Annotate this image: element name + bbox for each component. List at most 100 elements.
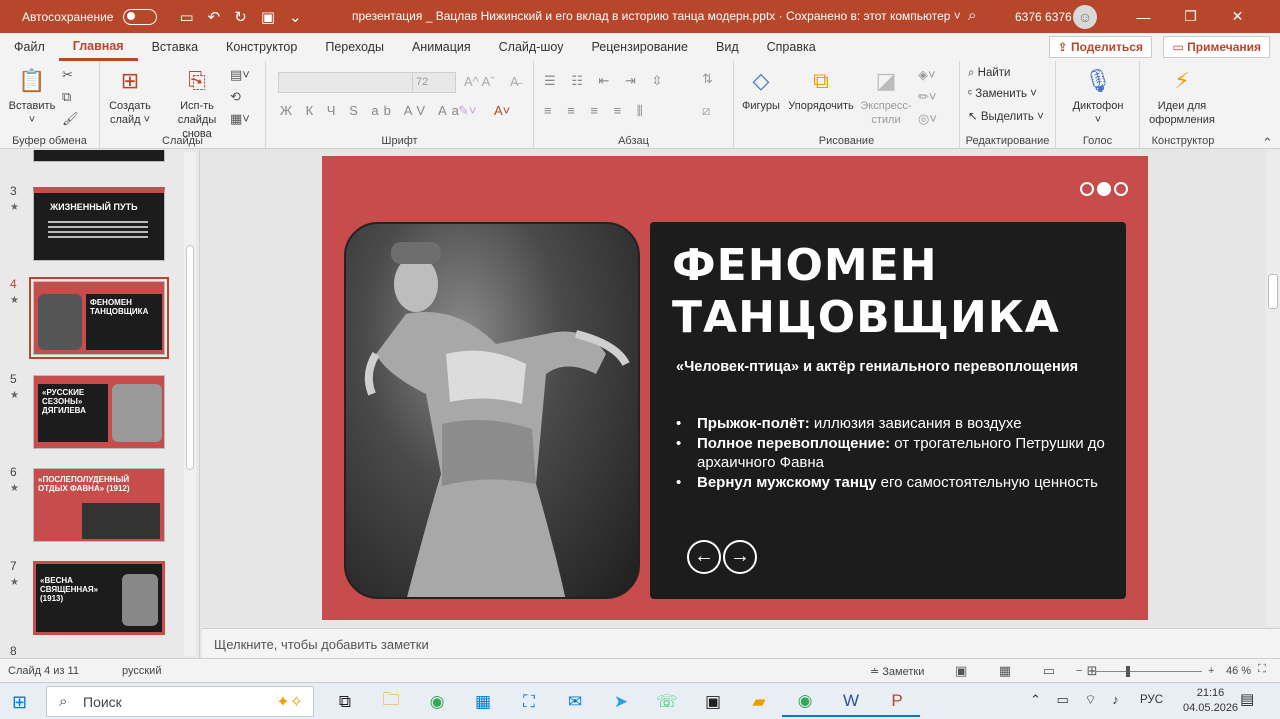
thumbnail-slide-5[interactable]: «РУССКИЕ СЕЗОНЫ» ДЯГИЛЕВА bbox=[33, 375, 165, 449]
arrange-button[interactable]: ⧉ Упорядочить bbox=[786, 67, 856, 113]
fit-slide-icon[interactable]: ⛶ bbox=[1258, 663, 1266, 676]
clock[interactable]: 21:16 04.05.2026 bbox=[1183, 686, 1238, 716]
shape-fill-icon[interactable]: ◈˅ bbox=[918, 67, 936, 83]
whatsapp-icon[interactable]: ☏ bbox=[644, 686, 690, 717]
close-button[interactable]: ✕ bbox=[1214, 0, 1261, 33]
dictate-button[interactable]: 🎙 Диктофон ˅ bbox=[1066, 67, 1130, 127]
designer-button[interactable]: ⚡ Идеи для оформления bbox=[1144, 67, 1220, 127]
zoom-slider-knob[interactable] bbox=[1126, 666, 1130, 677]
redo-icon[interactable]: ↻ bbox=[234, 8, 247, 26]
restore-button[interactable]: ❐ bbox=[1167, 0, 1214, 33]
reset-icon[interactable]: ⟲ bbox=[230, 89, 241, 105]
collapse-ribbon-icon[interactable]: ⌃ bbox=[1262, 135, 1273, 151]
align-buttons[interactable]: ≡ ≡ ≡ ≡ ⫼ bbox=[544, 103, 649, 119]
reuse-slides-button[interactable]: ⎘ Исп-ть слайды снова bbox=[164, 67, 230, 141]
save-icon[interactable]: ▭ bbox=[179, 8, 193, 26]
tab-transitions[interactable]: Переходы bbox=[311, 33, 398, 61]
find-button[interactable]: ⌕ Найти bbox=[968, 67, 1010, 80]
slide-subtitle[interactable]: «Человек-птица» и актёр гениального пере… bbox=[676, 358, 1096, 377]
new-slide-button[interactable]: ⊞ Создать слайд ˅ bbox=[106, 67, 154, 127]
tab-home[interactable]: Главная bbox=[58, 33, 138, 61]
tab-slideshow[interactable]: Слайд-шоу bbox=[485, 33, 578, 61]
avatar[interactable]: ☺ bbox=[1073, 5, 1097, 29]
notes-pane[interactable]: Щелкните, чтобы добавить заметки bbox=[202, 628, 1280, 658]
slide-title[interactable]: ФЕНОМЕН ТАНЦОВЩИКА bbox=[672, 240, 1112, 344]
telegram-icon[interactable]: ➤ bbox=[598, 686, 644, 717]
clear-format-icon[interactable]: A̶ bbox=[510, 74, 519, 89]
copy-icon[interactable]: ⧉ bbox=[62, 89, 71, 105]
quick-styles-button[interactable]: ◪ Экспресс-стили bbox=[858, 67, 914, 127]
text-direction-icon[interactable]: ⇅ bbox=[702, 71, 713, 87]
thumbnail-slide-7[interactable]: «ВЕСНА СВЯЩЕННАЯ» (1913) bbox=[33, 561, 165, 635]
tab-help[interactable]: Справка bbox=[753, 33, 830, 61]
search-icon[interactable]: ⌕ bbox=[968, 7, 976, 24]
current-slide[interactable]: ФЕНОМЕН ТАНЦОВЩИКА «Человек-птица» и акт… bbox=[322, 156, 1148, 620]
notes-toggle-button[interactable]: ≐ Заметки bbox=[870, 665, 924, 678]
customize-toolbar-icon[interactable]: ⌄ bbox=[289, 8, 302, 26]
select-button[interactable]: ↖ Выделить ˅ bbox=[968, 109, 1044, 123]
notion-icon[interactable]: ▣ bbox=[690, 686, 736, 717]
autosave-toggle[interactable] bbox=[123, 8, 158, 25]
windows-start-icon[interactable]: ⊞ bbox=[12, 692, 27, 713]
chrome-icon[interactable]: ◉ bbox=[414, 686, 460, 717]
canvas-scrollbar[interactable] bbox=[1266, 150, 1280, 626]
thumbnail-slide-3[interactable]: ЖИЗНЕННЫЙ ПУТЬ bbox=[33, 187, 165, 261]
list-buttons[interactable]: ☰ ☷ ⇤ ⇥ ⇳ bbox=[544, 73, 668, 89]
word-icon[interactable]: W bbox=[828, 686, 874, 717]
dancer-photo[interactable] bbox=[344, 222, 640, 599]
thumbnail-slide-4[interactable]: ФЕНОМЕН ТАНЦОВЩИКА bbox=[29, 277, 169, 359]
slide-bullets[interactable]: Прыжок-полёт: иллюзия зависания в воздух… bbox=[676, 414, 1116, 492]
paste-button[interactable]: 📋 Вставить ˅ bbox=[6, 67, 58, 127]
zoom-in-button[interactable]: + bbox=[1208, 665, 1214, 677]
canvas-scroll-thumb[interactable] bbox=[1268, 274, 1278, 309]
chrome-profile-icon[interactable]: ◉ bbox=[782, 686, 828, 717]
presentation-icon[interactable]: ▣ bbox=[261, 8, 275, 26]
view-buttons[interactable]: ▣ ▦ ▭ ⊞ bbox=[955, 663, 1112, 679]
zoom-level[interactable]: 46 % bbox=[1226, 665, 1251, 677]
user-name[interactable]: 6376 6376 bbox=[1015, 10, 1072, 24]
section-icon[interactable]: ▦˅ bbox=[230, 111, 250, 127]
undo-icon[interactable]: ↶ bbox=[208, 8, 221, 26]
smartart-icon[interactable]: ⧄ bbox=[702, 103, 710, 119]
increase-font-icon[interactable]: A^ Aˇ bbox=[464, 74, 495, 89]
screenshot-icon[interactable]: ⛶ bbox=[506, 686, 552, 717]
replace-button[interactable]: ᶜ Заменить ˅ bbox=[968, 88, 1037, 100]
powerpoint-icon[interactable]: P bbox=[874, 686, 920, 717]
taskbar-search[interactable]: ⌕ Поиск ✦✧ bbox=[46, 686, 314, 717]
minimize-button[interactable]: — bbox=[1120, 0, 1167, 33]
arrow-right-icon[interactable]: → bbox=[723, 540, 757, 574]
store-icon[interactable]: ▦ bbox=[460, 686, 506, 717]
file-explorer-icon[interactable]: 🗀 bbox=[368, 686, 414, 717]
shapes-button[interactable]: ◇ Фигуры bbox=[738, 67, 784, 113]
thumbnail-slide-2[interactable] bbox=[33, 150, 165, 162]
font-color-icon[interactable]: A˅ bbox=[494, 103, 510, 118]
content-card[interactable]: ФЕНОМЕН ТАНЦОВЩИКА «Человек-птица» и акт… bbox=[650, 222, 1126, 599]
cut-icon[interactable]: ✂ bbox=[62, 67, 73, 83]
comments-button[interactable]: ▭ Примечания bbox=[1163, 36, 1270, 58]
zoom-out-button[interactable]: − bbox=[1076, 665, 1082, 677]
shape-effects-icon[interactable]: ◎˅ bbox=[918, 111, 937, 127]
task-view-icon[interactable]: ⧉ bbox=[322, 686, 368, 717]
tab-insert[interactable]: Вставка bbox=[138, 33, 212, 61]
thumbnail-slide-6[interactable]: «ПОСЛЕПОЛУДЕННЫЙ ОТДЫХ ФАВНА» (1912) bbox=[33, 468, 165, 542]
font-size-input[interactable]: 72 bbox=[412, 72, 456, 93]
sublime-icon[interactable]: ▰ bbox=[736, 686, 782, 717]
system-tray-icons[interactable]: ⌃ ▭ ⌔ ♪ bbox=[1030, 692, 1125, 708]
tab-design[interactable]: Конструктор bbox=[212, 33, 311, 61]
thumbnails-scroll-thumb[interactable] bbox=[186, 245, 194, 470]
zoom-slider[interactable] bbox=[1092, 671, 1202, 672]
share-button[interactable]: ⇪ Поделиться bbox=[1048, 36, 1152, 58]
notifications-icon[interactable]: ▤ bbox=[1240, 690, 1254, 708]
highlight-icon[interactable]: ✎˅ bbox=[458, 103, 476, 119]
format-painter-icon[interactable]: 🖌 bbox=[62, 111, 79, 127]
document-title[interactable]: презентация _ Вацлав Нижинский и его вкл… bbox=[352, 9, 961, 23]
arrow-left-icon[interactable]: ← bbox=[687, 540, 721, 574]
language-status[interactable]: русский bbox=[122, 665, 161, 677]
font-format-row[interactable]: Ж К Ч S ab AV Aa bbox=[280, 103, 464, 118]
outlook-icon[interactable]: ✉ bbox=[552, 686, 598, 717]
input-language[interactable]: РУС bbox=[1140, 694, 1163, 706]
tab-animations[interactable]: Анимация bbox=[398, 33, 485, 61]
layout-icon[interactable]: ▤˅ bbox=[230, 67, 250, 83]
tab-file[interactable]: Файл bbox=[0, 33, 59, 61]
tab-review[interactable]: Рецензирование bbox=[577, 33, 702, 61]
